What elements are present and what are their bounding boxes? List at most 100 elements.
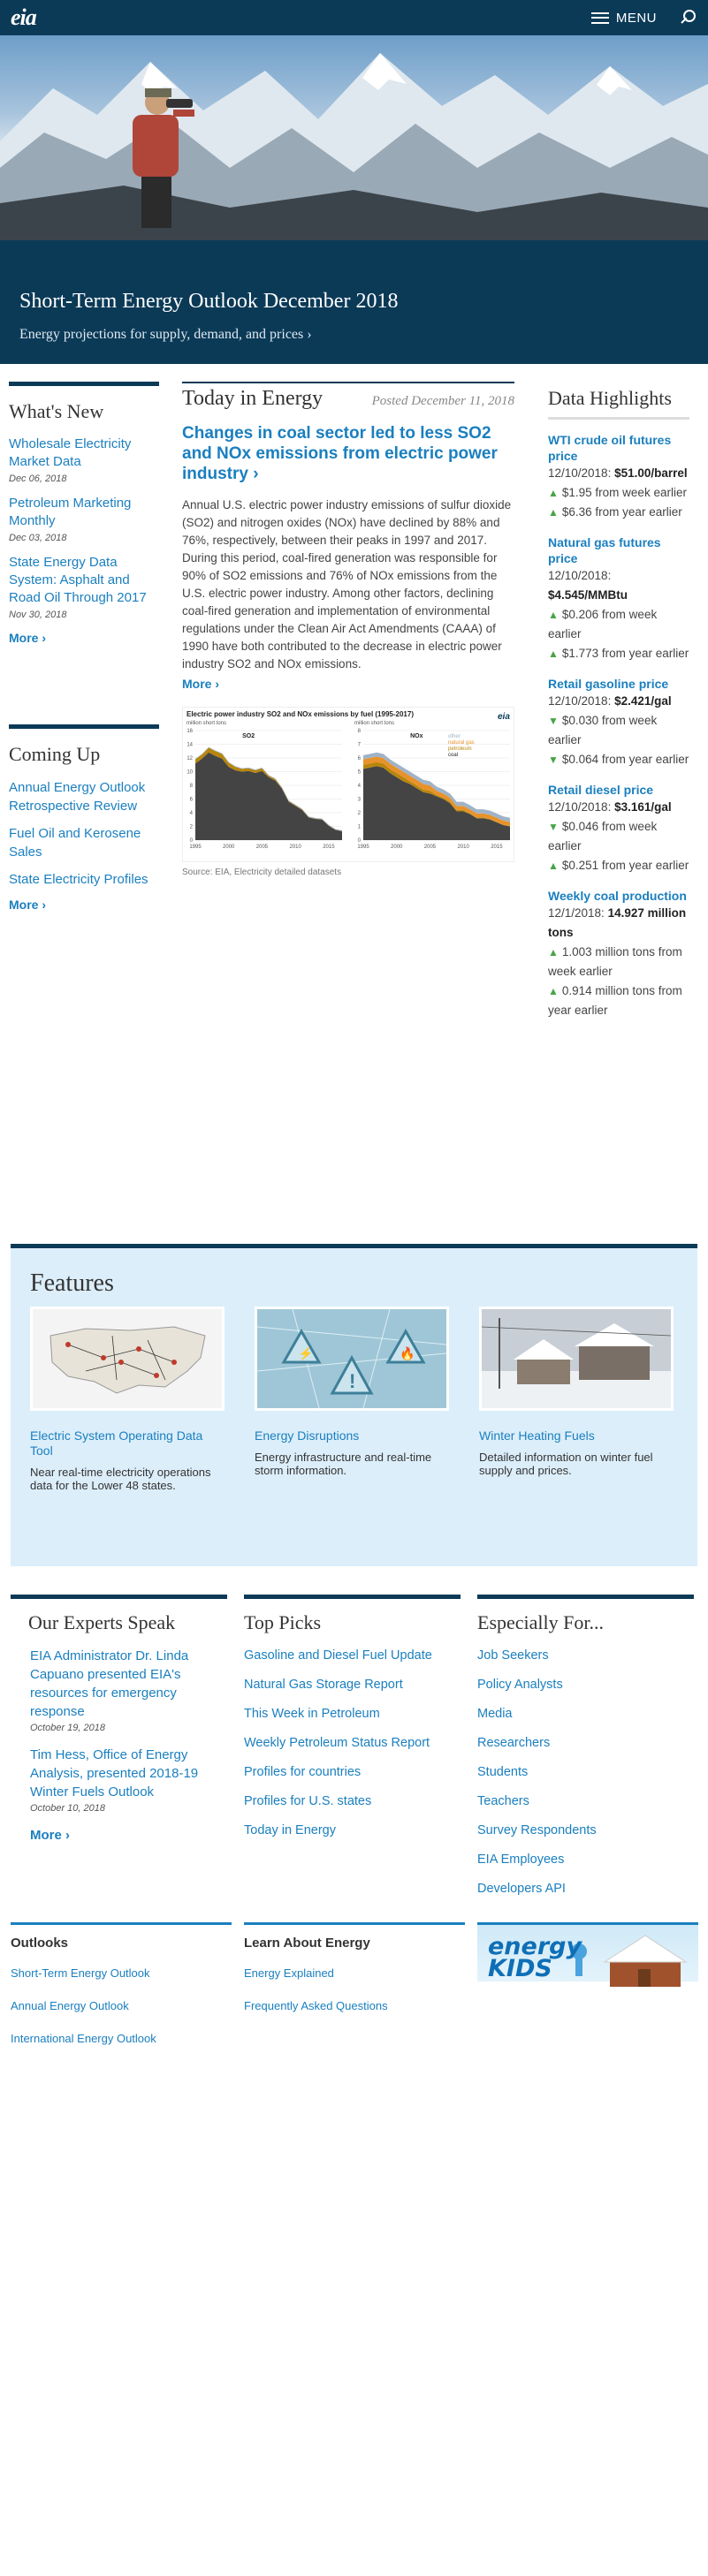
energy-kids-banner[interactable]: energy KIDS [477, 1922, 698, 1996]
especially-for-link[interactable]: Teachers [477, 1792, 694, 1810]
article-more-link[interactable]: More › [182, 677, 514, 691]
data-highlight-line: ▲ $6.36 from year earlier [548, 503, 689, 522]
svg-text:!: ! [349, 1370, 355, 1392]
footer-link[interactable]: Energy Explained [244, 1966, 465, 1980]
data-highlight-item: WTI crude oil futures price 12/10/2018: $… [548, 432, 689, 522]
whats-new-link[interactable]: Petroleum Marketing Monthly [9, 495, 159, 530]
data-highlight-line: ▲ $0.251 from year earlier [548, 856, 689, 875]
feature-card[interactable]: Winter Heating Fuels Detailed informatio… [479, 1307, 674, 1477]
expert-link[interactable]: Tim Hess, Office of Energy Analysis, pre… [30, 1746, 227, 1801]
top-pick-link[interactable]: Profiles for countries [244, 1763, 461, 1781]
feature-card[interactable]: ⚡ ! 🔥 Energy Disruptions Energy infrastr… [255, 1307, 449, 1477]
data-highlight-line: 12/10/2018: $51.00/barrel [548, 464, 689, 483]
especially-for-link[interactable]: Students [477, 1763, 694, 1781]
data-highlight-text: $0.206 from week earlier [548, 608, 658, 640]
data-highlight-line: ▲ $0.206 from week earlier [548, 605, 689, 644]
data-highlight-link[interactable]: WTI crude oil futures price [548, 432, 689, 464]
especially-for-link[interactable]: Developers API [477, 1880, 694, 1898]
expert-date: October 10, 2018 [30, 1803, 106, 1814]
data-highlights-title: Data Highlights [548, 382, 689, 420]
hero-carousel[interactable]: Short-Term Energy Outlook December 2018 … [0, 35, 708, 364]
search-icon[interactable] [680, 10, 696, 26]
arrow-up-icon: ▲ [548, 487, 559, 499]
top-pick-link[interactable]: Today in Energy [244, 1822, 461, 1839]
chart-source: Source: EIA, Electricity detailed datase… [182, 868, 342, 877]
coming-up-link[interactable]: Fuel Oil and Kerosene Sales [9, 824, 159, 861]
eia-logo[interactable]: eia [11, 4, 37, 31]
especially-for-link[interactable]: Media [477, 1705, 694, 1723]
panel-label: NOx [410, 733, 423, 739]
feature-link[interactable]: Electric System Operating Data Tool [30, 1428, 225, 1458]
top-pick-link[interactable]: This Week in Petroleum [244, 1705, 461, 1723]
data-highlight-line: ▲ $1.773 from year earlier [548, 644, 689, 663]
data-highlight-link[interactable]: Retail diesel price [548, 782, 689, 798]
top-pick-link[interactable]: Weekly Petroleum Status Report [244, 1734, 461, 1752]
y-tick-label: 1 [358, 825, 362, 830]
area-series-coal [195, 752, 342, 840]
data-highlight-link[interactable]: Natural gas futures price [548, 534, 689, 566]
especially-for-link[interactable]: Job Seekers [477, 1647, 694, 1664]
coming-up-link[interactable]: Annual Energy Outlook Retrospective Revi… [9, 778, 159, 815]
footer-outlooks-title: Outlooks [11, 1936, 69, 1951]
x-tick-label: 1995 [357, 845, 369, 850]
menu-button[interactable]: MENU [590, 11, 657, 26]
whats-new-link[interactable]: State Energy Data System: Asphalt and Ro… [9, 554, 159, 607]
today-in-energy-title[interactable]: Today in Energy [182, 387, 331, 411]
y-tick-label: 8 [358, 729, 362, 734]
y-tick-label: 7 [358, 743, 362, 748]
whats-new-link[interactable]: Wholesale Electricity Market Data [9, 436, 159, 471]
footer-link[interactable]: Annual Energy Outlook [11, 1999, 232, 2012]
coming-up-section: Coming Up Annual Energy Outlook Retrospe… [9, 724, 159, 912]
especially-for-link[interactable]: Researchers [477, 1734, 694, 1752]
x-tick-label: 2005 [256, 845, 269, 850]
data-highlight-link[interactable]: Retail gasoline price [548, 676, 689, 692]
y-tick-label: 8 [190, 784, 194, 789]
data-highlight-text: $0.030 from week earlier [548, 714, 658, 746]
data-highlight-text: $1.773 from year earlier [561, 647, 689, 660]
chart-eia-logo: eia [498, 712, 510, 722]
data-highlights-section: Data Highlights WTI crude oil futures pr… [548, 382, 689, 1020]
experts-more-link[interactable]: More › [30, 1826, 227, 1845]
expert-date: October 19, 2018 [30, 1723, 106, 1733]
data-highlight-line: 12/10/2018: $3.161/gal [548, 798, 689, 817]
y-tick-label: 3 [358, 798, 362, 803]
winter-houses-image[interactable] [479, 1307, 674, 1411]
energy-disruptions-image[interactable]: ⚡ ! 🔥 [255, 1307, 449, 1411]
us-grid-map-image[interactable] [30, 1307, 225, 1411]
whats-new-date: Dec 06, 2018 [9, 474, 67, 484]
hero-title[interactable]: Short-Term Energy Outlook December 2018 [19, 290, 398, 314]
footer-link[interactable]: Frequently Asked Questions [244, 1999, 465, 2012]
data-highlight-line: ▲ $1.95 from week earlier [548, 483, 689, 503]
especially-for-link[interactable]: Policy Analysts [477, 1676, 694, 1693]
whats-new-more-link[interactable]: More › [9, 631, 159, 645]
top-pick-link[interactable]: Profiles for U.S. states [244, 1792, 461, 1810]
energy-kids-logo[interactable]: energy KIDS [488, 1935, 582, 1981]
data-highlight-link[interactable]: Weekly coal production [548, 888, 689, 904]
hero-subtitle-link[interactable]: Energy projections for supply, demand, a… [19, 327, 312, 343]
expert-link[interactable]: EIA Administrator Dr. Linda Capuano pres… [30, 1647, 227, 1721]
arrow-up-icon: ▲ [548, 860, 559, 872]
footer-link[interactable]: International Energy Outlook [11, 2032, 232, 2045]
data-highlight-text: $0.064 from year earlier [561, 753, 689, 766]
feature-card[interactable]: Electric System Operating Data Tool Near… [30, 1307, 225, 1492]
especially-for-link[interactable]: Survey Respondents [477, 1822, 694, 1839]
top-pick-link[interactable]: Natural Gas Storage Report [244, 1676, 461, 1693]
y-tick-label: 0 [358, 838, 362, 844]
whats-new-date: Nov 30, 2018 [9, 610, 67, 620]
emissions-chart[interactable]: Electric power industry SO2 and NOx emis… [182, 707, 514, 862]
especially-for-link[interactable]: EIA Employees [477, 1851, 694, 1868]
feature-link[interactable]: Winter Heating Fuels [479, 1428, 674, 1443]
mountain-landscape-illustration [0, 53, 708, 240]
data-highlight-text: 12/1/2018: [548, 906, 608, 920]
footer-link[interactable]: Short-Term Energy Outlook [11, 1966, 232, 1980]
top-pick-link[interactable]: Gasoline and Diesel Fuel Update [244, 1647, 461, 1664]
arrow-up-icon: ▲ [548, 985, 559, 997]
hero-image [0, 35, 708, 240]
coming-up-more-link[interactable]: More › [9, 898, 159, 912]
data-highlight-item: Weekly coal production 12/1/2018: 14.927 … [548, 888, 689, 1020]
data-highlight-line: ▼ $0.046 from week earlier [548, 817, 689, 856]
article-headline-link[interactable]: Changes in coal sector led to less SO2 a… [182, 423, 514, 484]
data-highlight-item: Retail diesel price 12/10/2018: $3.161/ga… [548, 782, 689, 875]
coming-up-link[interactable]: State Electricity Profiles [9, 870, 159, 889]
feature-link[interactable]: Energy Disruptions [255, 1428, 449, 1443]
